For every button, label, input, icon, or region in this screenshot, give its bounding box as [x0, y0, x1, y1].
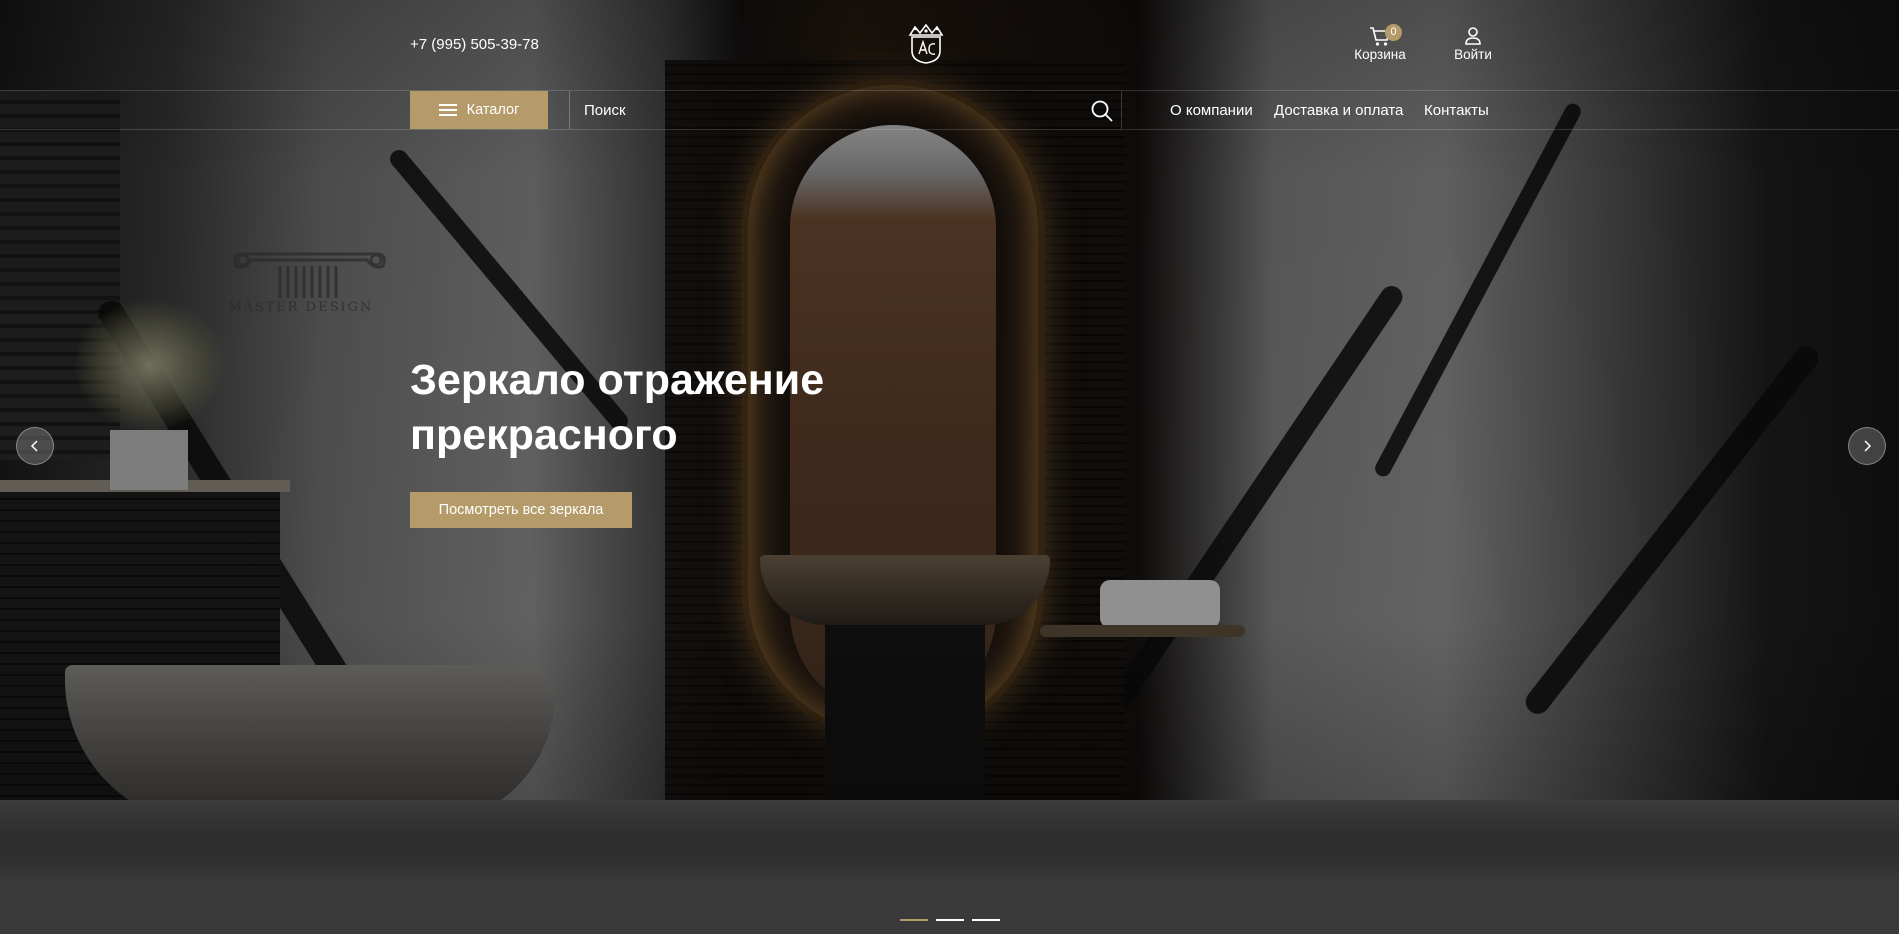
hero-bottom-fade [0, 834, 1899, 884]
chevron-left-icon [30, 440, 38, 452]
user-icon [1438, 25, 1508, 47]
cart-label: Корзина [1354, 47, 1406, 62]
menu-icon [438, 104, 457, 116]
nav-link-about[interactable]: О компании [1170, 102, 1253, 119]
carousel-dot[interactable] [972, 919, 1000, 921]
master-design-watermark: MASTER DESIGN [228, 244, 403, 324]
login-button[interactable]: Войти [1438, 25, 1508, 62]
search-input[interactable] [580, 92, 1088, 128]
search-separator [1121, 91, 1122, 129]
hero-title-line-2: прекрасного [410, 411, 678, 459]
nav-link-contacts[interactable]: Контакты [1424, 102, 1489, 119]
crown-emblem-icon[interactable] [904, 23, 948, 65]
carousel-pagination [900, 919, 1010, 923]
carousel-dot[interactable] [900, 919, 928, 921]
carousel-prev-button[interactable] [16, 427, 54, 465]
cart-button[interactable]: 0 Корзина [1345, 24, 1415, 62]
ionic-column-logo [233, 252, 386, 298]
hero-title-line-1: Зеркало отражение [410, 356, 825, 404]
header-divider [0, 90, 1899, 91]
login-label: Войти [1454, 47, 1492, 62]
cart-count-badge: 0 [1385, 24, 1402, 41]
cart-icon: 0 [1345, 24, 1415, 47]
nav-divider [0, 129, 1899, 130]
chevron-right-icon [1864, 440, 1872, 452]
search-divider [569, 91, 570, 129]
watermark-text: MASTER DESIGN [228, 300, 374, 315]
phone-link[interactable]: +7 (995) 505-39-78 [410, 36, 539, 53]
carousel-next-button[interactable] [1848, 427, 1886, 465]
search-icon[interactable] [1090, 99, 1114, 123]
carousel-dot[interactable] [936, 919, 964, 921]
nav-link-delivery[interactable]: Доставка и оплата [1274, 102, 1403, 119]
hero-title: Зеркало отражение прекрасного [410, 353, 970, 463]
catalog-button[interactable]: Каталог [410, 91, 548, 129]
view-all-mirrors-button[interactable]: Посмотреть все зеркала [410, 492, 632, 528]
catalog-label: Каталог [466, 102, 520, 118]
